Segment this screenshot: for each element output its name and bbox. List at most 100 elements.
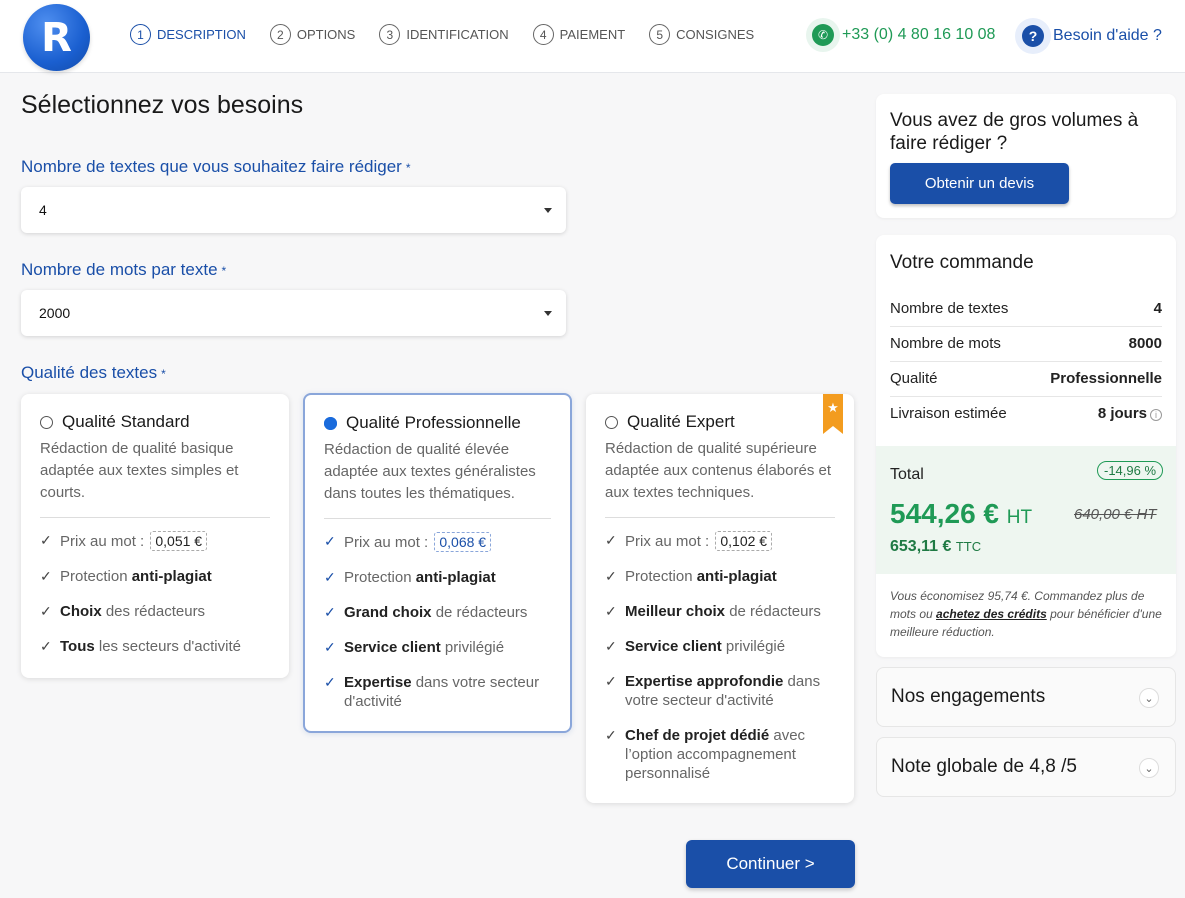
- check-icon: ✓: [605, 603, 617, 619]
- price-per-word: 0,051 €: [150, 531, 208, 551]
- info-icon[interactable]: i: [1150, 409, 1162, 421]
- feature-expertise: ✓ Expertise dans votre secteur d'activité: [324, 674, 540, 710]
- savings-note: Vous économisez 95,74 €. Commandez plus …: [890, 589, 1162, 639]
- texts-count-select[interactable]: 4: [21, 187, 566, 233]
- feature-price: ✓ Prix au mot : 0,102 €: [605, 531, 835, 551]
- feature-writers: ✓ Choix des rédacteurs: [40, 603, 206, 620]
- required-mark: *: [221, 264, 227, 278]
- order-summary-panel: Votre commande Nombre de textes 4 Nombre …: [876, 235, 1176, 657]
- check-icon: ✓: [324, 569, 336, 585]
- step-identification[interactable]: 3 IDENTIFICATION: [379, 24, 509, 45]
- feature-sectors: ✓ Tous les secteurs d'activité: [40, 638, 241, 655]
- check-icon: ✓: [40, 603, 52, 619]
- words-count-select[interactable]: 2000: [21, 290, 566, 336]
- step-options[interactable]: 2 OPTIONS: [269, 24, 356, 45]
- order-row-delivery: Livraison estimée 8 jours i: [890, 405, 1162, 431]
- radio-professional[interactable]: [324, 416, 337, 430]
- step-label: CONSIGNES: [676, 27, 755, 42]
- check-icon: ✓: [324, 639, 336, 655]
- required-mark: *: [161, 367, 166, 381]
- phone-link[interactable]: ✆ +33 (0) 4 80 16 10 08: [806, 18, 995, 52]
- feature-plagiarism: ✓ Protection anti-plagiat: [40, 568, 212, 585]
- step-label: DESCRIPTION: [157, 27, 246, 42]
- card-title: Qualité Expert: [627, 412, 735, 431]
- step-number: 5: [649, 24, 671, 45]
- feature-expertise: ✓ Expertise approfondie dans votre secteu…: [605, 673, 821, 709]
- feature-project-manager: ✓ Chef de projet dédié avec l’option acco…: [605, 727, 806, 782]
- card-title: Qualité Standard: [62, 412, 190, 431]
- price-per-word: 0,068 €: [434, 532, 492, 552]
- step-number: 4: [532, 24, 554, 45]
- step-progress: 1 DESCRIPTION 2 OPTIONS 3 IDENTIFICATION 4P…: [130, 24, 778, 45]
- rating-accordion[interactable]: Note globale de 4,8 /5 ⌄: [876, 737, 1176, 797]
- accordion-title: Nos engagements: [891, 686, 1046, 707]
- chevron-down-icon: ⌄: [1139, 758, 1159, 778]
- feature-price: ✓ Prix au mot : 0,068 €: [324, 532, 551, 552]
- logo-letter: R: [41, 14, 72, 61]
- price-per-word: 0,102 €: [715, 531, 773, 551]
- step-label: OPTIONS: [296, 27, 356, 42]
- texts-count-value: 4: [39, 202, 47, 218]
- continue-button[interactable]: Continuer >: [686, 840, 855, 888]
- card-description: Rédaction de qualité supérieure adaptée …: [605, 438, 835, 518]
- top-header: R 1 DESCRIPTION 2 OPTIONS 3 IDENTIFICATION …: [0, 0, 1185, 73]
- check-icon: ✓: [605, 673, 617, 689]
- check-icon: ✓: [324, 604, 336, 620]
- check-icon: ✓: [324, 674, 336, 690]
- chevron-down-icon: ⌄: [1139, 688, 1159, 708]
- step-number: 2: [269, 24, 291, 45]
- step-description[interactable]: 1 DESCRIPTION: [130, 24, 246, 45]
- engagements-accordion[interactable]: Nos engagements ⌄: [876, 667, 1176, 727]
- words-count-value: 2000: [39, 305, 71, 321]
- check-icon: ✓: [605, 638, 617, 654]
- total-label: Total: [890, 466, 924, 483]
- feature-support: ✓ Service client privilégié: [324, 639, 505, 656]
- check-icon: ✓: [40, 568, 52, 584]
- buy-credits-link[interactable]: achetez des crédits: [936, 607, 1047, 621]
- radio-standard[interactable]: [40, 415, 53, 429]
- step-label: IDENTIFICATION: [406, 27, 509, 42]
- order-row-words: Nombre de mots 8000: [890, 335, 1162, 362]
- step-consignes[interactable]: 5 CONSIGNES: [649, 24, 754, 45]
- phone-number: +33 (0) 4 80 16 10 08: [842, 26, 996, 43]
- old-price: 640,00 € HT: [1074, 506, 1157, 523]
- price-ttc: 653,11 € TTC: [890, 538, 982, 555]
- caret-down-icon: [544, 311, 552, 316]
- step-paiement[interactable]: 4 PAIEMENT: [532, 24, 626, 45]
- get-quote-button[interactable]: Obtenir un devis: [890, 163, 1069, 204]
- quote-panel: Vous avez de gros volumes à faire rédige…: [876, 94, 1176, 218]
- caret-down-icon: [544, 208, 552, 213]
- price-ht: 544,26 € HT: [890, 498, 1033, 529]
- feature-writers: ✓ Grand choix de rédacteurs: [324, 604, 528, 621]
- feature-price: ✓ Prix au mot : 0,051 €: [40, 531, 270, 551]
- feature-plagiarism: ✓ Protection anti-plagiat: [605, 568, 777, 585]
- discount-badge: -14,96 %: [1097, 461, 1164, 480]
- page-title: Sélectionnez vos besoins: [21, 91, 304, 119]
- help-link[interactable]: ? Besoin d'aide ?: [1015, 18, 1162, 54]
- card-description: Rédaction de qualité élevée adaptée aux …: [324, 439, 551, 519]
- accordion-title: Note globale de 4,8 /5: [891, 756, 1077, 777]
- feature-plagiarism: ✓ Protection anti-plagiat: [324, 569, 496, 586]
- order-row-quality: Qualité Professionnelle: [890, 370, 1162, 397]
- quote-title: Vous avez de gros volumes à faire rédige…: [890, 110, 1139, 154]
- check-icon: ✓: [605, 532, 617, 548]
- step-number: 3: [379, 24, 401, 45]
- quality-label: Qualité des textes *: [21, 363, 166, 382]
- quality-card-professional[interactable]: Qualité Professionnelle Rédaction de qua…: [303, 393, 572, 733]
- help-label: Besoin d'aide ?: [1053, 27, 1162, 44]
- radio-expert[interactable]: [605, 415, 618, 429]
- required-mark: *: [405, 161, 411, 175]
- card-title: Qualité Professionnelle: [346, 413, 521, 432]
- step-label: PAIEMENT: [559, 27, 626, 42]
- total-box: Total -14,96 % 544,26 € HT 640,00 € HT 6…: [876, 446, 1176, 574]
- texts-count-label: Nombre de textes que vous souhaitez fair…: [21, 157, 411, 176]
- step-number: 1: [130, 24, 151, 45]
- check-icon: ✓: [324, 533, 336, 549]
- order-title: Votre commande: [890, 252, 1034, 273]
- quality-card-standard[interactable]: Qualité Standard Rédaction de qualité ba…: [21, 394, 289, 678]
- quality-card-expert[interactable]: ★ Qualité Expert Rédaction de qualité su…: [586, 394, 854, 803]
- check-icon: ✓: [40, 638, 52, 654]
- words-count-label: Nombre de mots par texte *: [21, 260, 227, 279]
- feature-writers: ✓ Meilleur choix de rédacteurs: [605, 603, 821, 620]
- logo[interactable]: R: [23, 4, 90, 71]
